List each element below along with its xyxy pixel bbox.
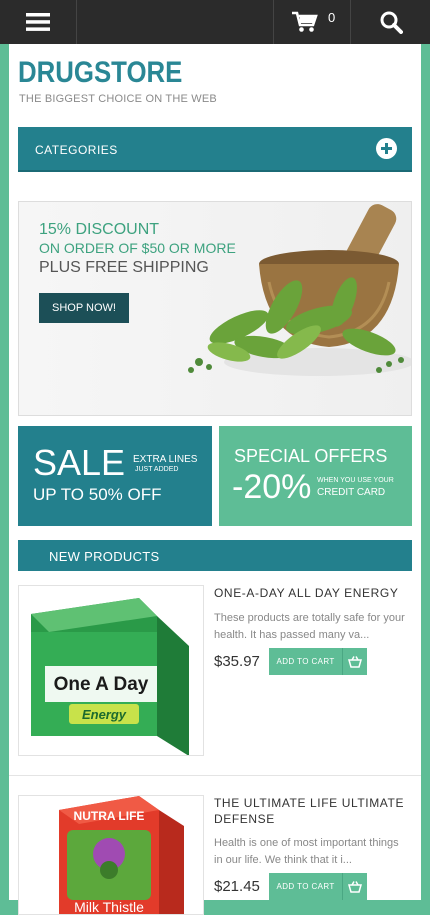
box-brand-text: NUTRA LIFE bbox=[74, 809, 145, 823]
cart-icon bbox=[292, 11, 318, 32]
product-description: These products are totally safe for your… bbox=[214, 612, 405, 641]
product-description: Health is one of most important things i… bbox=[214, 837, 399, 866]
mortar-herbs-image bbox=[188, 204, 411, 376]
page-content: DRUGSTORE THE BIGGEST CHOICE ON THE WEB … bbox=[9, 44, 421, 915]
top-navigation-bar: 0 bbox=[0, 0, 430, 44]
store-logo[interactable]: DRUGSTORE bbox=[18, 56, 182, 90]
sale-promo-tile[interactable]: SALE EXTRA LINES JUST ADDED UP TO 50% OF… bbox=[18, 426, 212, 526]
product-price: $21.45 bbox=[214, 878, 260, 895]
cart-button[interactable]: 0 bbox=[274, 0, 350, 44]
basket-icon bbox=[342, 873, 367, 900]
offers-note-2: CREDIT CARD bbox=[317, 487, 386, 498]
product-divider bbox=[9, 775, 421, 776]
one-a-day-box-image: One A Day Energy bbox=[31, 598, 189, 755]
search-button[interactable] bbox=[351, 0, 430, 44]
discount-banner[interactable]: 15% DISCOUNT ON ORDER OF $50 OR MORE PLU… bbox=[18, 201, 412, 416]
expand-plus-icon[interactable] bbox=[376, 138, 397, 159]
box-brand-text: One A Day bbox=[54, 674, 149, 695]
offers-heading: SPECIAL OFFERS bbox=[234, 446, 388, 466]
product-title[interactable]: THE ULTIMATE LIFE ULTIMATE DEFENSE bbox=[214, 795, 409, 827]
milk-thistle-box-image: NUTRA LIFE Milk Thistle bbox=[59, 796, 184, 915]
menu-button[interactable] bbox=[0, 0, 76, 44]
shop-now-button[interactable]: SHOP NOW! bbox=[39, 293, 129, 323]
sale-extra-lines: EXTRA LINES bbox=[133, 454, 198, 465]
product-image[interactable]: NUTRA LIFE Milk Thistle bbox=[18, 795, 204, 915]
sale-heading: SALE bbox=[33, 442, 126, 483]
new-products-bar: NEW PRODUCTS bbox=[18, 540, 412, 571]
basket-icon bbox=[342, 648, 367, 675]
special-offers-tile[interactable]: SPECIAL OFFERS -20% WHEN YOU USE YOUR CR… bbox=[219, 426, 412, 526]
sale-just-added: JUST ADDED bbox=[135, 466, 179, 473]
hamburger-icon bbox=[26, 13, 50, 31]
store-tagline: THE BIGGEST CHOICE ON THE WEB bbox=[19, 93, 217, 105]
add-to-cart-button[interactable]: ADD TO CART bbox=[269, 873, 367, 900]
product-image[interactable]: One A Day Energy bbox=[18, 585, 204, 756]
offers-percent: -20% bbox=[232, 468, 312, 506]
offers-note-1: WHEN YOU USE YOUR bbox=[317, 477, 394, 484]
categories-bar[interactable]: CATEGORIES bbox=[18, 127, 412, 172]
sale-discount: UP TO 50% OFF bbox=[33, 485, 162, 504]
product-title[interactable]: ONE-A-DAY ALL DAY ENERGY bbox=[214, 585, 409, 601]
search-icon bbox=[380, 11, 403, 34]
banner-discount: 15% DISCOUNT bbox=[39, 221, 160, 238]
categories-label: CATEGORIES bbox=[35, 143, 118, 157]
cart-count: 0 bbox=[328, 10, 336, 25]
add-to-cart-button[interactable]: ADD TO CART bbox=[269, 648, 367, 675]
new-products-label: NEW PRODUCTS bbox=[49, 549, 160, 564]
product-price: $35.97 bbox=[214, 653, 260, 670]
box-sub-text: Milk Thistle bbox=[74, 899, 144, 915]
add-to-cart-label: ADD TO CART bbox=[276, 882, 335, 891]
box-sub-text: Energy bbox=[82, 707, 127, 722]
add-to-cart-label: ADD TO CART bbox=[276, 657, 335, 666]
